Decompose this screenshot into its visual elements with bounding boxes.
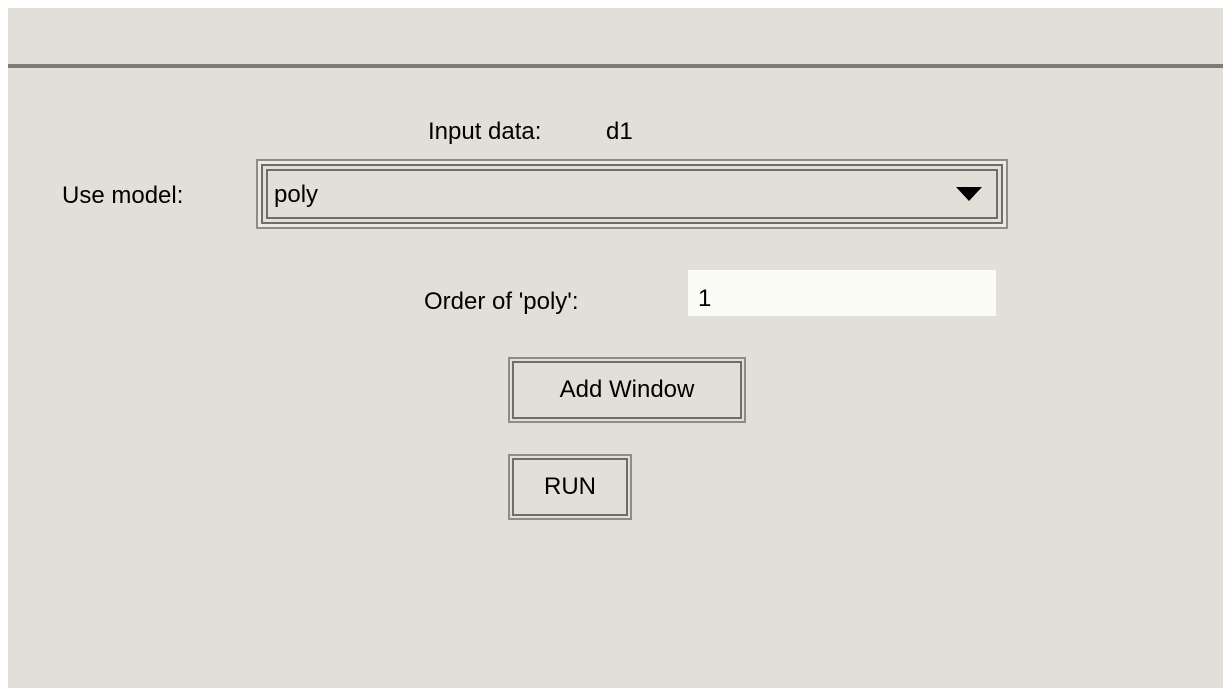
model-dropdown-field[interactable]: poly [266, 169, 998, 219]
chevron-down-icon[interactable] [956, 187, 982, 201]
run-button[interactable]: RUN [508, 454, 632, 520]
add-window-button-label: Add Window [512, 361, 742, 419]
add-window-button[interactable]: Add Window [508, 357, 746, 423]
separator [8, 64, 1223, 68]
order-label: Order of 'poly': [424, 288, 579, 315]
run-button-label: RUN [512, 458, 628, 516]
input-data-label: Input data: [428, 118, 542, 145]
input-data-value: d1 [606, 118, 633, 145]
use-model-label: Use model: [62, 182, 184, 209]
model-dropdown[interactable]: poly [256, 159, 1008, 229]
model-dropdown-value: poly [274, 181, 319, 208]
model-panel: Input data: d1 Use model: poly Order of … [8, 8, 1223, 688]
order-input[interactable]: 1 [688, 270, 996, 316]
model-dropdown-frame: poly [261, 164, 1003, 224]
